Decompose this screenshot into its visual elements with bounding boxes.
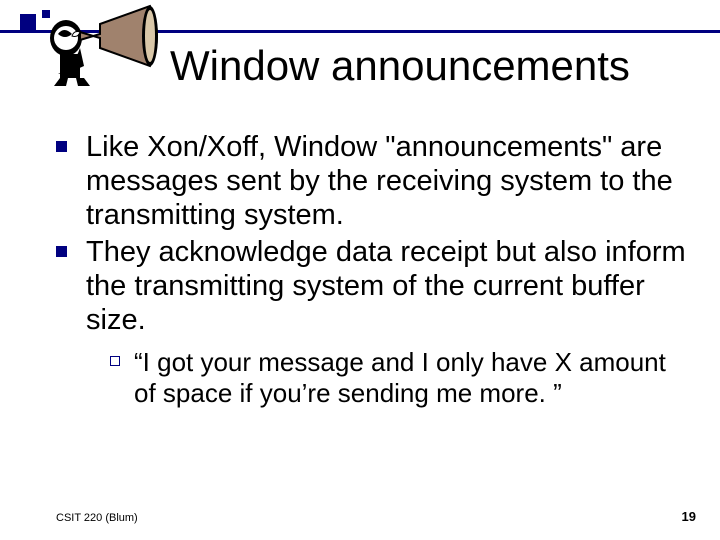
bullet-text: Like Xon/Xoff, Window "announcements" ar… <box>86 131 673 231</box>
slide-number: 19 <box>682 509 696 524</box>
slide-body: Like Xon/Xoff, Window "announcements" ar… <box>56 130 690 409</box>
hollow-square-bullet-icon <box>110 356 120 366</box>
bullet-level2: “I got your message and I only have X am… <box>110 347 690 408</box>
megaphone-illustration <box>36 0 166 90</box>
sub-bullet-group: “I got your message and I only have X am… <box>56 347 690 408</box>
bullet-level1: Like Xon/Xoff, Window "announcements" ar… <box>56 130 690 233</box>
slide-title: Window announcements <box>170 42 630 90</box>
decor-square-large <box>20 14 36 30</box>
square-bullet-icon <box>56 141 67 152</box>
square-bullet-icon <box>56 246 67 257</box>
slide: Window announcements Like Xon/Xoff, Wind… <box>0 0 720 540</box>
footer-course: CSIT 220 (Blum) <box>56 512 138 524</box>
bullet-text: They acknowledge data receipt but also i… <box>86 236 686 336</box>
bullet-text: “I got your message and I only have X am… <box>134 347 666 408</box>
bullet-level1: They acknowledge data receipt but also i… <box>56 235 690 338</box>
